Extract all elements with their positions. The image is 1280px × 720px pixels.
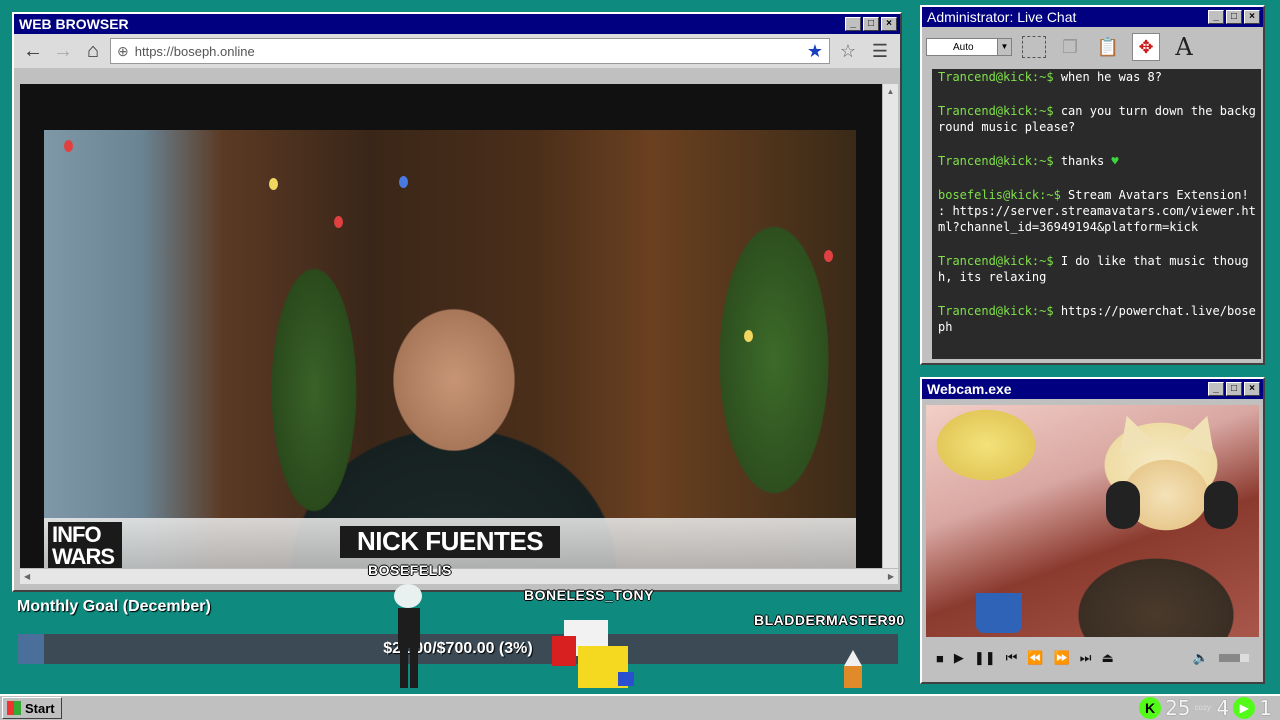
browser-window: WEB BROWSER _ □ × ← → ⌂ ⊕ https://boseph… <box>12 12 902 592</box>
webcam-window: Webcam.exe _ □ × ■ ▶ ❚❚ ⏮ ⏪ ⏩ ⏭ ⏏ 🔈 <box>920 377 1265 684</box>
eject-icon[interactable]: ⏏ <box>1101 650 1113 666</box>
volume-slider[interactable] <box>1219 654 1249 662</box>
chat-message: bosefelis@kick:~$ Stream Avatars Extensi… <box>938 188 1256 234</box>
stop-icon[interactable]: ■ <box>936 651 944 666</box>
kick-count: 25 <box>1165 696 1191 720</box>
select-area-icon[interactable] <box>1022 36 1046 58</box>
close-button[interactable]: × <box>881 17 897 31</box>
chat-message: Trancend@kick:~$ I do like that music th… <box>938 254 1249 284</box>
horizontal-scrollbar[interactable]: ◀ ▶ <box>20 568 898 584</box>
browser-titlebar[interactable]: WEB BROWSER _ □ × <box>14 14 900 34</box>
avatar-bosefelis <box>394 584 422 688</box>
live-chat-window: Administrator: Live Chat _ □ × Auto ▼ ❐ … <box>920 5 1265 365</box>
cozy-label: cozy <box>1194 703 1211 712</box>
url-text: https://boseph.online <box>134 43 255 59</box>
maximize-button[interactable]: □ <box>1226 10 1242 24</box>
chat-title: Administrator: Live Chat <box>927 9 1077 25</box>
chevron-down-icon: ▼ <box>997 39 1011 55</box>
pause-icon[interactable]: ❚❚ <box>974 650 996 666</box>
name-caption: NICK FUENTES <box>340 526 560 558</box>
play-count: 1 <box>1259 696 1272 720</box>
taskbar: Start K 25 cozy 4 ▶ 1 <box>0 694 1280 720</box>
chat-message: Trancend@kick:~$ thanks ♥ <box>938 154 1119 168</box>
font-size-select[interactable]: Auto ▼ <box>926 38 1012 56</box>
minimize-button[interactable]: _ <box>1208 382 1224 396</box>
font-size-value: Auto <box>953 41 974 53</box>
close-button[interactable]: × <box>1244 382 1260 396</box>
move-icon[interactable]: ✥ <box>1132 33 1160 61</box>
browser-navbar: ← → ⌂ ⊕ https://boseph.online ★ ☆ ☰ <box>14 34 900 68</box>
chat-titlebar[interactable]: Administrator: Live Chat _ □ × <box>922 7 1263 27</box>
avatar-name: BOSEFELIS <box>368 562 452 578</box>
bookmark-star-icon[interactable]: ★ <box>807 41 823 62</box>
avatar-boneless-tony <box>552 620 634 688</box>
viewer-count: 4 <box>1216 696 1230 720</box>
rewind-icon[interactable]: ⏪ <box>1027 650 1043 666</box>
webcam-view <box>926 405 1259 637</box>
play-circle-icon: ▶ <box>1233 697 1256 719</box>
goal-progress-text: $21.00/$700.00 (3%) <box>383 640 533 657</box>
browser-title: WEB BROWSER <box>19 16 129 32</box>
green-heart-icon: ♥ <box>1111 154 1119 168</box>
kick-logo-icon: K <box>1139 697 1162 719</box>
minimize-button[interactable]: _ <box>845 17 861 31</box>
home-icon[interactable]: ⌂ <box>80 38 106 64</box>
video-frame[interactable]: INFO WARS NICK FUENTES <box>44 130 856 568</box>
chat-message: Trancend@kick:~$ when he was 8? <box>938 70 1162 84</box>
start-button[interactable]: Start <box>2 697 62 719</box>
previous-icon[interactable]: ⏮ <box>1006 650 1018 666</box>
next-icon[interactable]: ⏭ <box>1080 650 1092 666</box>
clipboard-icon[interactable]: 📋 <box>1094 33 1122 61</box>
fast-forward-icon[interactable]: ⏩ <box>1054 650 1070 666</box>
page-viewport: INFO WARS NICK FUENTES <box>20 84 882 568</box>
minimize-button[interactable]: _ <box>1208 10 1224 24</box>
media-controls: ■ ▶ ❚❚ ⏮ ⏪ ⏩ ⏭ ⏏ 🔈 <box>926 641 1259 675</box>
close-button[interactable]: × <box>1244 10 1260 24</box>
favorites-star-icon[interactable]: ☆ <box>834 41 862 62</box>
avatar-name: BLADDERMASTER90 <box>754 612 905 628</box>
vertical-scrollbar[interactable]: ▲ <box>882 84 898 568</box>
stream-stats-tray: K 25 cozy 4 ▶ 1 <box>1139 696 1272 720</box>
goal-title: Monthly Goal (December) <box>17 598 211 615</box>
avatar-bladdermaster90 <box>844 650 862 688</box>
volume-icon[interactable]: 🔈 <box>1193 650 1209 666</box>
maximize-button[interactable]: □ <box>863 17 879 31</box>
avatar-name: BONELESS_TONY <box>524 587 654 603</box>
chat-message: Trancend@kick:~$ can you turn down the b… <box>938 104 1256 134</box>
chat-toolbar: Auto ▼ ❐ 📋 ✥ A <box>922 27 1263 67</box>
globe-icon: ⊕ <box>117 42 129 59</box>
play-icon[interactable]: ▶ <box>954 650 964 666</box>
copy-icon[interactable]: ❐ <box>1056 33 1084 61</box>
chat-message: Trancend@kick:~$ https://powerchat.live/… <box>938 304 1256 334</box>
address-bar[interactable]: ⊕ https://boseph.online ★ <box>110 38 830 64</box>
infowars-logo: INFO WARS <box>48 522 122 568</box>
start-label: Start <box>25 700 55 716</box>
webcam-title: Webcam.exe <box>927 381 1012 397</box>
hamburger-menu-icon[interactable]: ☰ <box>866 41 894 62</box>
goal-progress-bar: $21.00/$700.00 (3%) <box>18 634 898 664</box>
font-icon[interactable]: A <box>1170 33 1198 61</box>
forward-arrow-icon[interactable]: → <box>50 38 76 64</box>
windows-logo-icon <box>7 701 21 715</box>
chat-messages[interactable]: Trancend@kick:~$ when he was 8? Trancend… <box>932 69 1261 359</box>
back-arrow-icon[interactable]: ← <box>20 38 46 64</box>
mug <box>976 593 1022 633</box>
webcam-titlebar[interactable]: Webcam.exe _ □ × <box>922 379 1263 399</box>
maximize-button[interactable]: □ <box>1226 382 1242 396</box>
